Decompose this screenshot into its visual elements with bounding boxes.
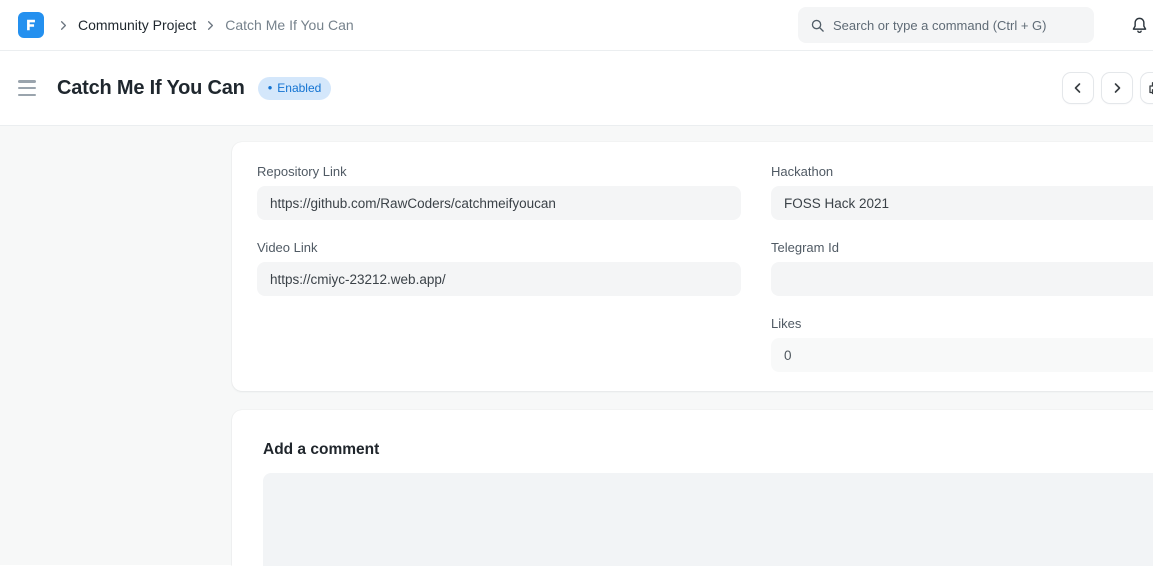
field-telegram-id: Telegram Id [771,240,1153,296]
global-search[interactable] [798,7,1094,43]
add-comment-heading: Add a comment [263,441,1153,459]
chevron-right-icon [1109,80,1125,96]
form-card: Repository Link Video Link Hackathon Tel… [232,142,1153,391]
chevron-left-icon [1070,80,1086,96]
menu-icon [18,87,36,90]
next-record-button[interactable] [1102,73,1132,103]
print-button[interactable] [1141,73,1153,103]
sidebar-toggle-button[interactable] [18,80,38,96]
navbar: Community Project Catch Me If You Can [0,0,1153,51]
search-icon [810,18,825,33]
page-head-actions [1063,73,1153,103]
frappe-logo-icon [24,18,38,32]
chevron-right-icon [203,18,218,33]
menu-icon [18,94,36,97]
status-dot: • [268,81,273,94]
form-column-right: Hackathon Telegram Id Likes [771,164,1153,369]
page-body: Repository Link Video Link Hackathon Tel… [0,126,1153,565]
video-link-input[interactable] [257,262,741,296]
chevron-right-icon [56,18,71,33]
field-label: Repository Link [257,164,741,179]
frappe-logo[interactable] [18,12,44,38]
search-input[interactable] [833,18,1084,33]
bell-icon [1130,16,1149,35]
telegram-id-input[interactable] [771,262,1153,296]
status-badge: • Enabled [258,77,332,100]
likes-input [771,338,1153,372]
status-badge-label: Enabled [277,81,321,95]
page-title: Catch Me If You Can [57,77,245,100]
notifications-bell-button[interactable] [1127,13,1151,37]
field-video-link: Video Link [257,240,741,296]
field-label: Hackathon [771,164,1153,179]
field-label: Video Link [257,240,741,255]
field-hackathon: Hackathon [771,164,1153,220]
printer-icon [1148,80,1153,96]
field-repository-link: Repository Link [257,164,741,220]
page-head: Catch Me If You Can • Enabled [0,51,1153,126]
field-label: Likes [771,316,1153,331]
prev-record-button[interactable] [1063,73,1093,103]
breadcrumb-item-community-project[interactable]: Community Project [78,17,196,33]
form-column-left: Repository Link Video Link [257,164,741,369]
field-likes: Likes [771,316,1153,372]
menu-icon [18,80,36,83]
field-label: Telegram Id [771,240,1153,255]
breadcrumb-item-current[interactable]: Catch Me If You Can [225,17,353,33]
repository-link-input[interactable] [257,186,741,220]
app-window: Community Project Catch Me If You Can Ca… [0,0,1153,566]
comments-card: Add a comment [232,410,1153,566]
comment-input[interactable] [263,473,1153,566]
hackathon-input[interactable] [771,186,1153,220]
breadcrumb: Community Project Catch Me If You Can [56,17,354,33]
